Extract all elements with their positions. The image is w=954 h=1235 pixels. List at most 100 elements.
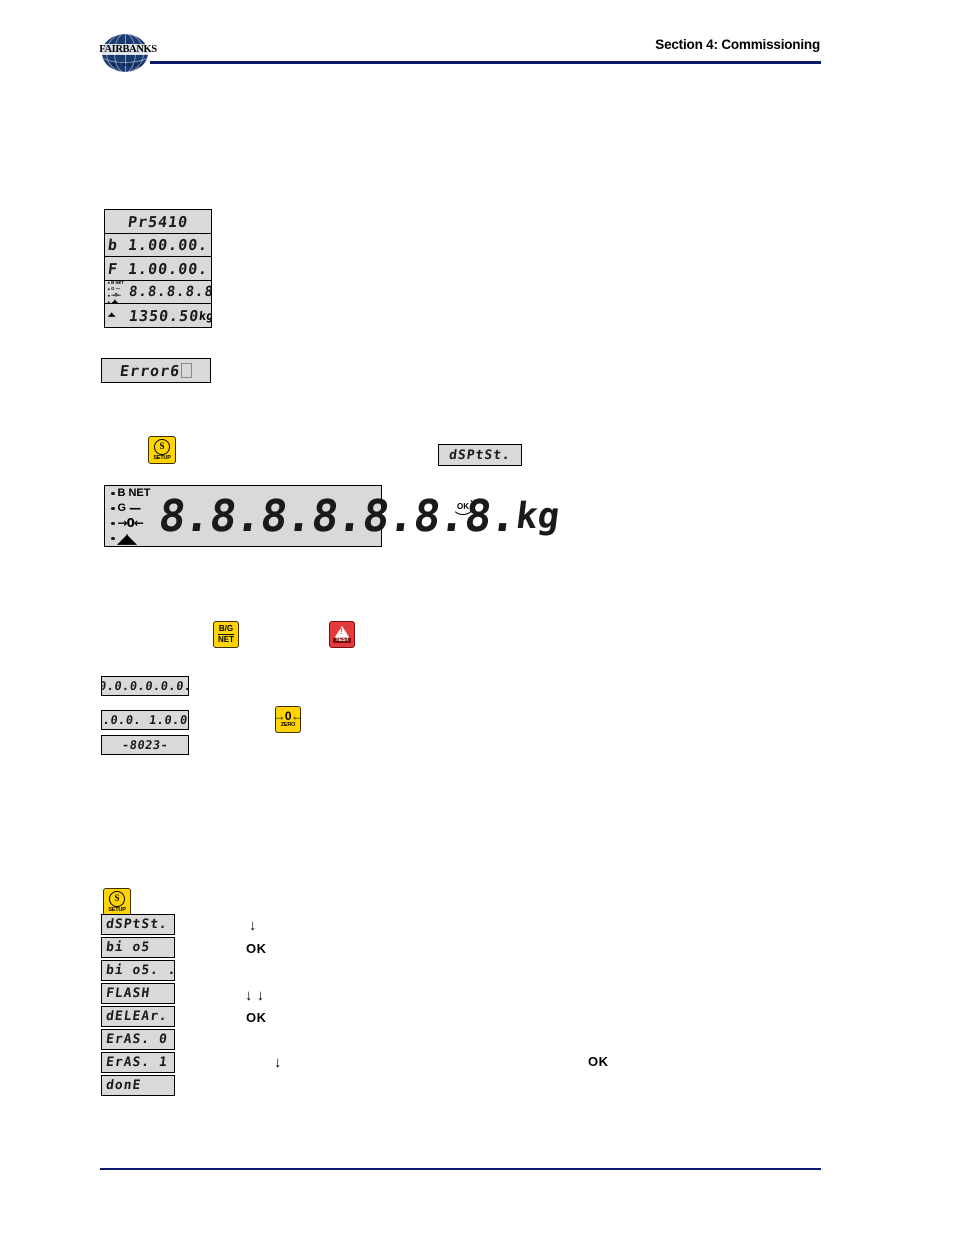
setup-key-label: SETUP [153,454,171,461]
scale-platform-icon: ◢◣ [117,530,137,546]
annunciator-stable: ◢◣ [108,312,128,318]
error-code-text: Error6 [118,361,182,380]
lcd-display-row: F 1.00.00. [104,256,212,281]
indicator-dot-icon [107,294,110,297]
main-lcd-panel: B NET G — →0← ◢◣ 8.8.8.8.8.8.8. kg [104,485,562,547]
down-arrow-icon: ↓ [274,1054,282,1071]
annunciator-cluster: B NET G — →0← ◢◣ [107,279,128,304]
fairbanks-logo: FAIRBANKS SCALES [98,32,158,74]
annunciator-gross: G — [107,286,128,292]
annunciator-g-label: G [117,502,127,514]
lcd-text: b 1.00.00. [106,236,210,254]
menu-step-item: bi o5. . . [101,960,175,981]
menu-step-item: ErAS. 1 [101,1052,175,1073]
down-arrow-double-icon: ↓ ↓ [245,987,265,1004]
ok-keypress-label: OK [246,941,267,956]
main-lcd-digits: 8.8.8.8.8.8.8. [155,490,520,542]
setup-key[interactable]: S SETUP [148,436,176,464]
test-key-label: TEST [333,636,351,644]
annunciator-g-label: G [111,286,115,291]
indicator-dot-icon [107,287,110,290]
lcd-display-row: b 1.00.00. [104,232,212,258]
down-arrow-icon: ↓ [249,917,257,934]
error-code-display: Error6 [101,358,211,383]
annunciator-cluster: B NET G — →0← ◢◣ [111,487,157,545]
dash-icon: — [129,501,141,515]
counter-display: -8023- [101,735,189,755]
main-lcd-unit: kg [513,495,562,537]
lcd-text: Pr5410 [126,212,190,231]
display-test-menu-item: dSPtSt. [438,444,522,466]
warning-triangle-icon [335,625,349,637]
lcd-text: -8023- [120,738,170,752]
annunciator-zero: →0← [111,517,157,530]
menu-step-item: dELEAr. [101,1006,175,1027]
lcd-text: 1350.50 [127,306,201,325]
annunciator-b-net: B NET [107,279,128,286]
lcd-text: bi o5 [105,940,152,955]
menu-step-item: dSPtSt. [101,914,175,935]
boot-sequence-display-stack: Pr5410 b 1.00.00. F 1.00.00. B NET G — →… [104,209,212,328]
setup-circle-icon: S [109,890,125,907]
indicator-dot-icon [111,536,115,541]
scale-platform-icon: ◢◣ [107,311,116,318]
indicator-dot-icon [107,281,110,284]
menu-step-item: bi o5 [101,937,175,958]
indicator-dot-icon [111,506,115,511]
logo-brand-name: FAIRBANKS [98,44,158,55]
zero-arrows-icon: →0← [273,709,303,724]
zero-key[interactable]: →0← ZERO [273,706,303,733]
indicator-dot-icon [111,491,115,496]
annunciator-b-label: B [117,487,126,499]
lcd-text: F 1.00.00. [106,259,210,278]
annunciator-b-net: B NET [111,487,157,500]
annunciator-net-label: NET [115,279,124,285]
test-key[interactable]: TEST [329,621,355,648]
lcd-text: ErAS. 0 [105,1032,169,1047]
ok-keypress-label: OK [588,1054,609,1069]
lcd-text: FLASH [105,986,152,1001]
lcd-text: donE [105,1078,143,1093]
lcd-text: dSPtSt. [105,917,169,932]
menu-step-item: ErAS. 0 [101,1029,175,1050]
bg-net-key-bottom-label: NET [218,635,234,644]
lcd-text: ErAS. 1 [105,1055,169,1070]
center-zero-icon: →0← [111,292,121,298]
lcd-text: 8.8.8.8.8.8.8. [128,284,212,300]
flash-menu-step-stack: dSPtSt. bi o5 bi o5. . . FLASH dELEAr. E… [101,914,175,1098]
footer-divider [100,1168,821,1170]
dash-icon: — [115,286,121,292]
page-header: FAIRBANKS SCALES Section 4: Commissionin… [0,0,954,80]
lcd-text: 0.0.0.0.0.0. [101,679,189,693]
lcd-display-row: Pr5410 [104,209,212,234]
bg-net-key[interactable]: B/G NET [213,621,239,648]
setup-key-label: SETUP [108,906,126,913]
setup-key[interactable]: S SETUP [103,888,131,916]
annunciator-stable: ◢◣ [111,532,157,545]
counter-display: 0.0.0. 1.0.0. [101,710,189,730]
lcd-unit: kg [198,308,212,323]
menu-step-item: donE [101,1075,175,1096]
ok-keypress-label: OK [246,1010,267,1025]
menu-step-item: FLASH [101,983,175,1004]
annunciator-zero: →0← [107,292,128,298]
lcd-text: bi o5. . . [105,963,175,978]
counter-display: 0.0.0.0.0.0. [101,676,189,696]
logo-brand-sub: SCALES [112,63,144,68]
header-divider [150,61,821,64]
zero-key-label: ZERO [280,722,296,729]
bg-net-key-top-label: B/G [217,624,235,635]
annunciator-cluster: ◢◣ [108,312,128,319]
lcd-text: dSPtSt. [448,447,512,463]
annunciator-b-label: B [111,279,115,285]
annunciator-gross: G — [111,502,157,515]
blank-segment-icon [181,363,193,378]
lcd-text: dELEAr. [105,1009,169,1024]
lcd-display-row-all-segments: B NET G — →0← ◢◣ 8.8.8.8.8.8.8. kg [104,279,212,305]
center-zero-icon: →0← [117,516,144,530]
setup-circle-icon: S [154,438,170,455]
page-section-title: Section 4: Commissioning [655,37,820,52]
annunciator-net-label: NET [128,487,151,499]
lcd-display-row-weight: ◢◣ 1350.50 kg [104,303,212,328]
indicator-dot-icon [111,521,115,526]
